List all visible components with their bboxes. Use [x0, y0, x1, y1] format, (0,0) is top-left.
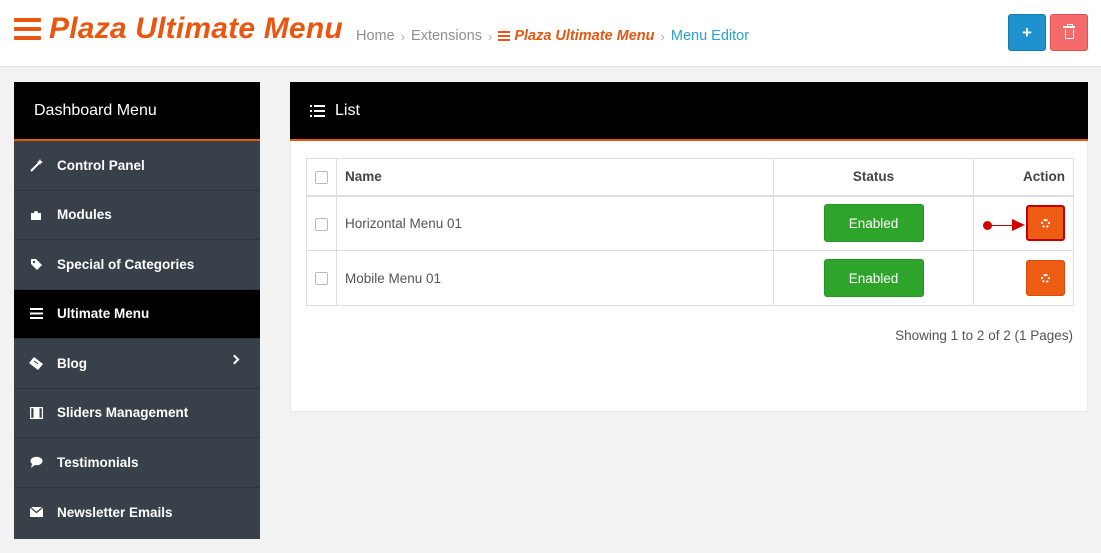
- column-header-status[interactable]: Status: [773, 158, 974, 197]
- envelope-icon: [29, 505, 43, 519]
- breadcrumb-plaza-label: Plaza Ultimate Menu: [514, 28, 655, 44]
- status-enabled-button[interactable]: Enabled: [823, 259, 924, 297]
- breadcrumb-plaza-ultimate-menu[interactable]: Plaza Ultimate Menu: [498, 28, 655, 44]
- film-icon: [29, 406, 43, 420]
- sidebar: Dashboard Menu Control Panel Modules Spe…: [14, 82, 260, 539]
- row-status-cell: Enabled: [773, 195, 974, 251]
- breadcrumb-separator: ›: [660, 28, 665, 44]
- trash-icon: [1062, 24, 1075, 39]
- row-select-cell: [306, 195, 337, 251]
- sidebar-item-label: Sliders Management: [57, 405, 189, 421]
- gear-icon: [1041, 218, 1050, 228]
- add-new-button[interactable]: +: [1008, 14, 1046, 51]
- delete-button[interactable]: [1050, 14, 1088, 51]
- row-name: Mobile Menu 01: [336, 250, 774, 306]
- sidebar-item-label: Control Panel: [57, 157, 145, 173]
- row-action-cell: [973, 195, 1074, 251]
- annotation-arrow-head: [1012, 218, 1025, 231]
- row-checkbox[interactable]: [315, 272, 328, 286]
- sidebar-item-label: Newsletter Emails: [57, 504, 173, 520]
- status-enabled-button[interactable]: Enabled: [823, 204, 924, 243]
- breadcrumb: Home › Extensions › Plaza Ultimate Menu …: [356, 28, 749, 44]
- sidebar-item-sliders-management[interactable]: Sliders Management: [14, 389, 260, 438]
- sidebar-item-label: Blog: [57, 355, 87, 371]
- row-status-cell: Enabled: [773, 250, 974, 306]
- breadcrumb-extensions[interactable]: Extensions: [411, 28, 482, 44]
- sidebar-item-label: Testimonials: [57, 454, 139, 470]
- title-wrap: Plaza Ultimate Menu: [14, 12, 343, 46]
- sidebar-item-newsletter-emails[interactable]: Newsletter Emails: [14, 488, 260, 538]
- bars-icon: [498, 31, 511, 41]
- menu-table: Name Status Action Horizontal Menu 01 En…: [306, 158, 1074, 306]
- table-row: Mobile Menu 01 Enabled: [306, 250, 1074, 306]
- sidebar-item-blog[interactable]: Blog: [14, 339, 260, 389]
- table-row: Horizontal Menu 01 Enabled: [306, 195, 1074, 251]
- panel-title: List: [335, 101, 360, 119]
- sidebar-item-testimonials[interactable]: Testimonials: [14, 438, 260, 488]
- breadcrumb-home[interactable]: Home: [356, 28, 395, 44]
- magic-wand-icon: [29, 158, 43, 172]
- row-select-cell: [306, 250, 337, 306]
- sidebar-item-label: Special of Categories: [57, 256, 195, 272]
- puzzle-icon: [29, 208, 43, 222]
- menu-bars-icon: [14, 18, 41, 40]
- tag-icon: [29, 257, 43, 271]
- breadcrumb-menu-editor[interactable]: Menu Editor: [671, 28, 749, 44]
- gear-icon: [1041, 273, 1050, 283]
- row-name: Horizontal Menu 01: [336, 195, 774, 251]
- ticket-icon: [29, 356, 43, 370]
- top-header: Plaza Ultimate Menu Home › Extensions › …: [0, 0, 1101, 67]
- sidebar-item-label: Ultimate Menu: [57, 306, 150, 322]
- plus-icon: +: [1022, 22, 1032, 42]
- row-checkbox[interactable]: [315, 217, 328, 231]
- row-action-cell: [973, 250, 1074, 306]
- pagination-info: Showing 1 to 2 of 2 (1 Pages): [895, 328, 1073, 343]
- list-panel: List Name Status Action Horizontal Menu …: [290, 82, 1088, 412]
- comment-icon: [29, 455, 43, 469]
- bars-icon: [29, 307, 43, 321]
- sidebar-item-control-panel[interactable]: Control Panel: [14, 141, 260, 191]
- select-all-cell: [306, 158, 337, 197]
- sidebar-item-label: Modules: [57, 207, 112, 223]
- sidebar-item-modules[interactable]: Modules: [14, 191, 260, 240]
- table-header-row: Name Status Action: [306, 158, 1074, 197]
- panel-header: List: [290, 82, 1088, 141]
- chevron-right-icon: [229, 354, 240, 365]
- breadcrumb-separator: ›: [487, 28, 493, 44]
- breadcrumb-separator: ›: [400, 28, 406, 44]
- annotation-arrow-line: [988, 224, 1014, 226]
- column-header-name[interactable]: Name: [336, 158, 774, 197]
- select-all-checkbox[interactable]: [315, 171, 328, 185]
- sidebar-item-special-of-categories[interactable]: Special of Categories: [14, 240, 260, 290]
- sidebar-title: Dashboard Menu: [14, 82, 260, 141]
- sidebar-item-ultimate-menu[interactable]: Ultimate Menu: [14, 289, 260, 339]
- edit-button[interactable]: [1026, 260, 1065, 296]
- column-header-action: Action: [973, 158, 1074, 197]
- edit-button[interactable]: [1026, 205, 1065, 242]
- page-title: Plaza Ultimate Menu: [49, 12, 343, 45]
- list-icon: [310, 104, 325, 117]
